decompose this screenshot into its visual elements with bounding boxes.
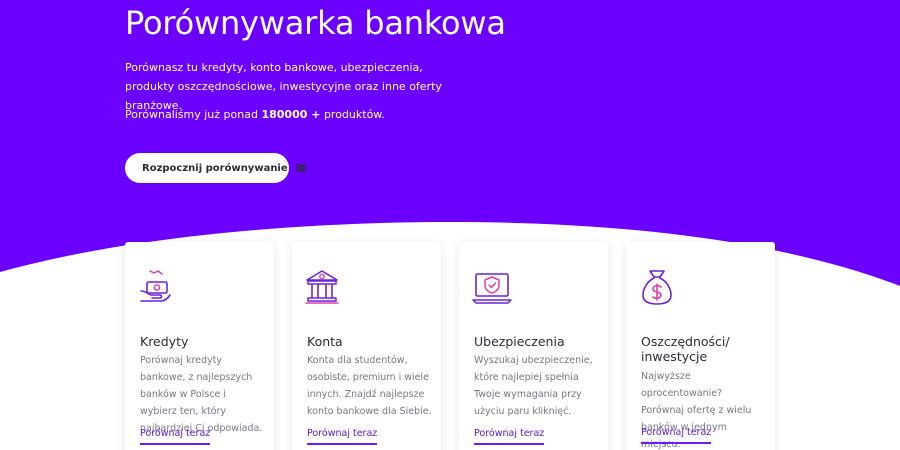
card-konta: Konta Konta dla studentów, osobiste, pre… <box>292 242 441 450</box>
card-title: Oszczędności/ inwestycje <box>641 334 730 364</box>
card-description: Konta dla studentów, osobiste, premium i… <box>307 355 432 417</box>
card-title: Kredyty <box>140 334 189 349</box>
hero-stat: Porównaliśmy już ponad 180000 + produktó… <box>125 108 385 121</box>
card-description: Porównaj kredyty bankowe, z najlepszych … <box>140 355 263 434</box>
card-oszczednosci: Oszczędności/ inwestycje Najwyższe oproc… <box>626 242 775 450</box>
card-kredyty: Kredyty Porównaj kredyty bankowe, z najl… <box>125 242 274 450</box>
collapse-arrows-icon <box>296 163 306 173</box>
card-description: Wyszukaj ubezpieczenie, które najlepiej … <box>474 355 593 417</box>
compare-now-link[interactable]: Porównaj teraz <box>140 428 211 445</box>
hero-stat-suffix: produktów. <box>320 108 385 121</box>
hand-money-icon <box>138 268 172 306</box>
compare-now-link[interactable]: Porównaj teraz <box>474 428 545 445</box>
bank-icon <box>305 268 339 306</box>
card-title: Ubezpieczenia <box>474 334 565 349</box>
laptop-shield-icon <box>472 268 512 306</box>
start-comparison-button[interactable]: Rozpocznij porównywanie <box>125 153 306 183</box>
start-comparison-label: Rozpocznij porównywanie <box>142 162 288 174</box>
money-bag-icon <box>640 268 674 306</box>
page-title: Porównywarka bankowa <box>125 4 506 42</box>
hero-stat-value: 180000 + <box>261 108 321 121</box>
compare-now-link[interactable]: Porównaj teraz <box>307 428 378 445</box>
hero-description: Porównasz tu kredyty, konto bankowe, ube… <box>125 61 442 112</box>
card-ubezpieczenia: Ubezpieczenia Wyszukaj ubezpieczenie, kt… <box>459 242 608 450</box>
card-title: Konta <box>307 334 343 349</box>
compare-now-link[interactable]: Porównaj teraz <box>641 427 712 444</box>
hero-stat-prefix: Porównaliśmy już ponad <box>125 108 262 121</box>
